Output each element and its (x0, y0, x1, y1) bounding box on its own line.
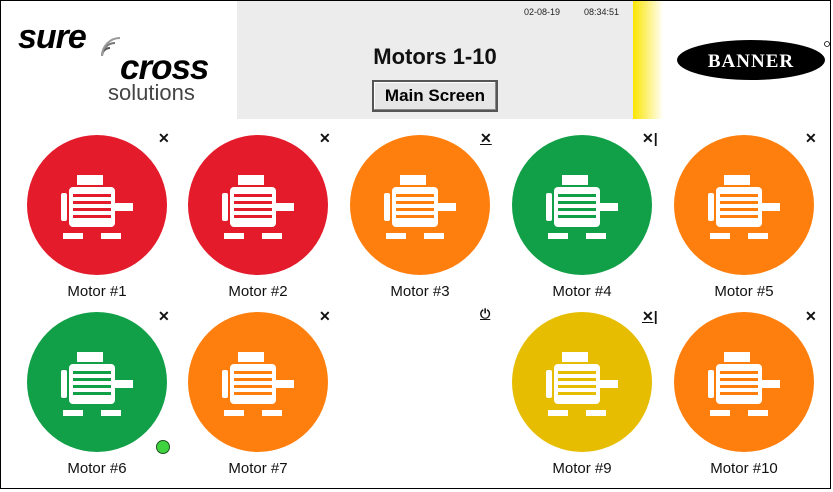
motor-2-label: Motor #2 (228, 283, 288, 300)
banner-logo: BANNER (677, 40, 830, 80)
accent-bar (633, 1, 665, 119)
motor-tile-3[interactable]: Motor #3 (350, 135, 500, 315)
motor-6-status-indicator (156, 440, 170, 454)
motor-5-status-circle[interactable] (674, 135, 814, 275)
motor-10-status-circle[interactable] (674, 312, 814, 452)
motor-icon (546, 352, 618, 416)
motor-icon (222, 175, 294, 239)
motor-1-label: Motor #1 (67, 283, 127, 300)
surecross-logo: sure cross solutions (14, 10, 214, 105)
motor-4-label: Motor #4 (552, 283, 612, 300)
main-screen-button[interactable]: Main Screen (372, 80, 498, 112)
motor-icon (708, 352, 780, 416)
motor-3-label: Motor #3 (390, 283, 450, 300)
logo-sure-text: sure (18, 18, 87, 56)
motor-tile-6[interactable]: Motor #6 (27, 312, 177, 492)
motor-tile-5[interactable]: Motor #5 (674, 135, 824, 315)
close-icon[interactable]: ✕ (805, 309, 817, 323)
motor-icon (546, 175, 618, 239)
motor-tile-1[interactable]: Motor #1 (27, 135, 177, 315)
motor-6-status-circle[interactable] (27, 312, 167, 452)
motor-6-label: Motor #6 (67, 460, 127, 477)
motor-icon (61, 352, 133, 416)
motor-3-status-circle[interactable] (350, 135, 490, 275)
motor-9-label: Motor #9 (552, 460, 612, 477)
motor-tile-4[interactable]: Motor #4 (512, 135, 662, 315)
motor-tile-7[interactable]: Motor #7 (188, 312, 338, 492)
motor-tile-10[interactable]: Motor #10 (674, 312, 824, 492)
close-icon[interactable]: ✕ (319, 309, 331, 323)
motor-7-label: Motor #7 (228, 460, 288, 477)
motor-icon (708, 175, 780, 239)
close-underline-icon[interactable]: ✕ (480, 131, 492, 145)
close-icon[interactable]: ✕ (319, 131, 331, 145)
motor-9-status-circle[interactable] (512, 312, 652, 452)
close-icon[interactable]: ✕ (805, 131, 817, 145)
motor-7-status-circle[interactable] (188, 312, 328, 452)
close-icon[interactable]: ✕ (158, 131, 170, 145)
page-title: Motors 1-10 (373, 44, 497, 69)
motor-5-label: Motor #5 (714, 283, 774, 300)
motor-tile-8[interactable] (350, 312, 500, 492)
motor-10-label: Motor #10 (710, 460, 778, 477)
close-icon[interactable]: ✕ (158, 309, 170, 323)
header-date: 02-08-19 (524, 7, 561, 17)
power-icon[interactable]: ⏻ (480, 307, 490, 321)
motor-4-status-circle[interactable] (512, 135, 652, 275)
close-underline-icon[interactable]: ✕| (642, 309, 658, 323)
motor-icon (384, 175, 456, 239)
motor-1-status-circle[interactable] (27, 135, 167, 275)
motor-icon (222, 352, 294, 416)
motor-tile-9[interactable]: Motor #9 (512, 312, 662, 492)
banner-logo-text: BANNER (708, 51, 794, 72)
close-bar-icon[interactable]: ✕| (642, 131, 658, 145)
header-time: 08:34:51 (584, 7, 620, 17)
motor-icon (61, 175, 133, 239)
logo-solutions-text: solutions (108, 80, 195, 105)
motor-tile-2[interactable]: Motor #2 (188, 135, 338, 315)
motor-2-status-circle[interactable] (188, 135, 328, 275)
